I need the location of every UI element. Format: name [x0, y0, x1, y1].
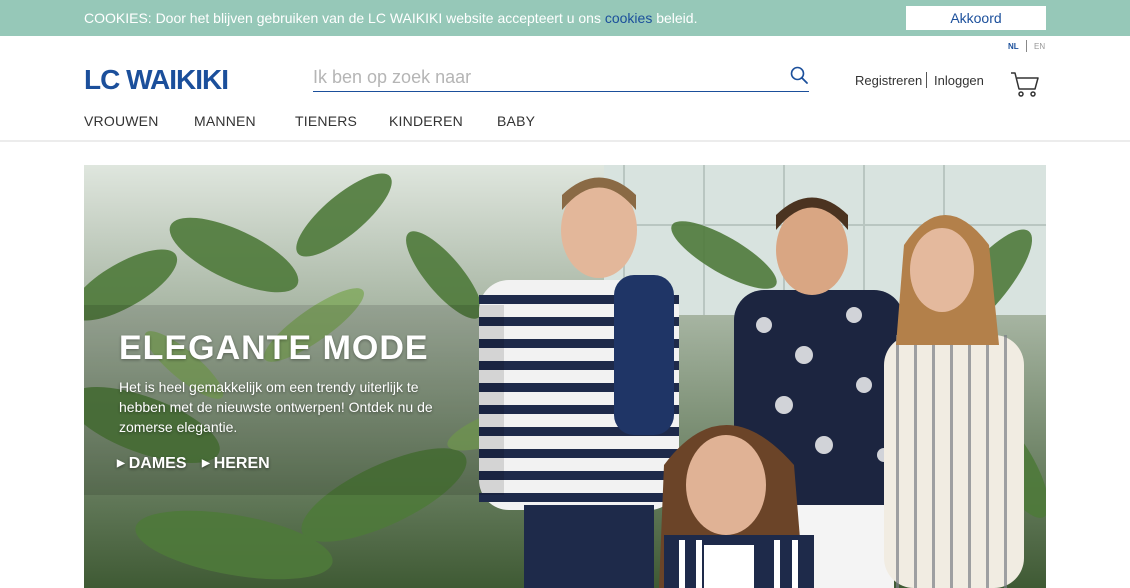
hero-link-dames[interactable]: ▶ DAMES [117, 455, 186, 473]
cookie-policy-link[interactable]: cookies [605, 10, 652, 26]
nav-item-vrouwen[interactable]: VROUWEN [84, 113, 159, 129]
nav-item-mannen[interactable]: MANNEN [194, 113, 256, 129]
nav-divider [0, 140, 1130, 142]
language-en[interactable]: EN [1034, 42, 1045, 51]
cookie-text-suffix: beleid. [652, 10, 698, 26]
cookie-bar: COOKIES: Door het blijven gebruiken van … [0, 0, 1130, 36]
play-arrow-icon: ▶ [202, 458, 210, 469]
site-logo[interactable]: LC WAIKIKI [84, 64, 229, 96]
account-separator [926, 72, 927, 88]
nav-item-kinderen[interactable]: KINDEREN [389, 113, 463, 129]
hero-description: Het is heel gemakkelijk om een trendy ui… [119, 379, 433, 435]
cookie-accept-button[interactable]: Akkoord [906, 6, 1046, 30]
language-nl[interactable]: NL [1008, 42, 1019, 51]
play-arrow-icon: ▶ [117, 458, 125, 469]
cookie-text: COOKIES: Door het blijven gebruiken van … [84, 10, 605, 26]
hero-title: ELEGANTE MODE [119, 329, 429, 367]
language-separator [1026, 40, 1027, 52]
nav-item-baby[interactable]: BABY [497, 113, 535, 129]
nav-item-tieners[interactable]: TIENERS [295, 113, 357, 129]
login-link[interactable]: Inloggen [934, 73, 984, 88]
cart-icon[interactable] [1010, 70, 1040, 98]
hero-link-heren-label: HEREN [213, 455, 270, 472]
search-icon[interactable] [789, 65, 809, 85]
hero-link-dames-label: DAMES [128, 455, 187, 472]
search-input[interactable] [313, 64, 809, 92]
hero-banner[interactable]: ELEGANTE MODE Het is heel gemakkelijk om… [84, 165, 1046, 588]
register-link[interactable]: Registreren [855, 73, 922, 88]
cookie-message: COOKIES: Door het blijven gebruiken van … [84, 10, 697, 26]
hero-link-heren[interactable]: ▶ HEREN [202, 455, 270, 473]
